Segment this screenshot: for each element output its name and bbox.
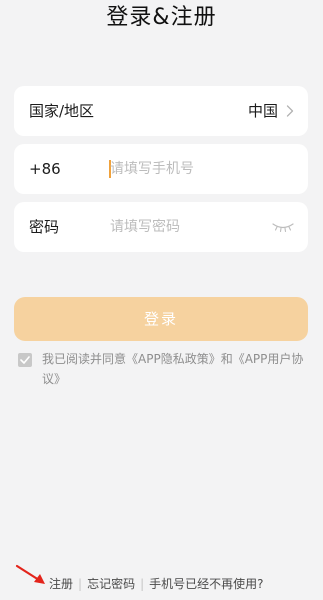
login-button[interactable]: 登录 xyxy=(14,297,308,341)
register-link[interactable]: 注册 xyxy=(49,577,73,591)
password-input[interactable] xyxy=(110,202,270,252)
phone-input[interactable] xyxy=(110,144,270,194)
agreement-prefix: 我已阅读并同意 xyxy=(42,352,127,366)
region-label: 国家/地区 xyxy=(29,102,95,120)
footer-divider: | xyxy=(140,577,145,591)
agreement-and: 和 xyxy=(220,352,233,366)
phone-field: +86 xyxy=(14,144,308,194)
phone-country-code[interactable]: +86 xyxy=(29,144,61,194)
region-selector[interactable]: 国家/地区 中国 xyxy=(14,86,308,136)
footer-links: 注册 | 忘记密码 | 手机号已经不再使用? xyxy=(49,574,264,594)
agreement-text: 我已阅读并同意《APP隐私政策》和《APP用户协议》 xyxy=(42,349,312,389)
forgot-password-link[interactable]: 忘记密码 xyxy=(87,577,135,591)
agreement-checkbox[interactable] xyxy=(18,353,32,367)
chevron-right-icon xyxy=(286,105,294,117)
eye-closed-icon[interactable] xyxy=(271,221,295,233)
region-value: 中国 xyxy=(247,102,278,120)
page-title: 登录&注册 xyxy=(106,5,217,30)
annotation-arrow xyxy=(15,564,45,584)
password-label: 密码 xyxy=(29,218,60,236)
password-field: 密码 xyxy=(14,202,308,252)
footer-divider: | xyxy=(78,577,83,591)
check-icon xyxy=(20,356,30,364)
privacy-policy-link[interactable]: 《APP隐私政策》 xyxy=(126,352,221,366)
phone-unavailable-link[interactable]: 手机号已经不再使用? xyxy=(149,577,263,591)
